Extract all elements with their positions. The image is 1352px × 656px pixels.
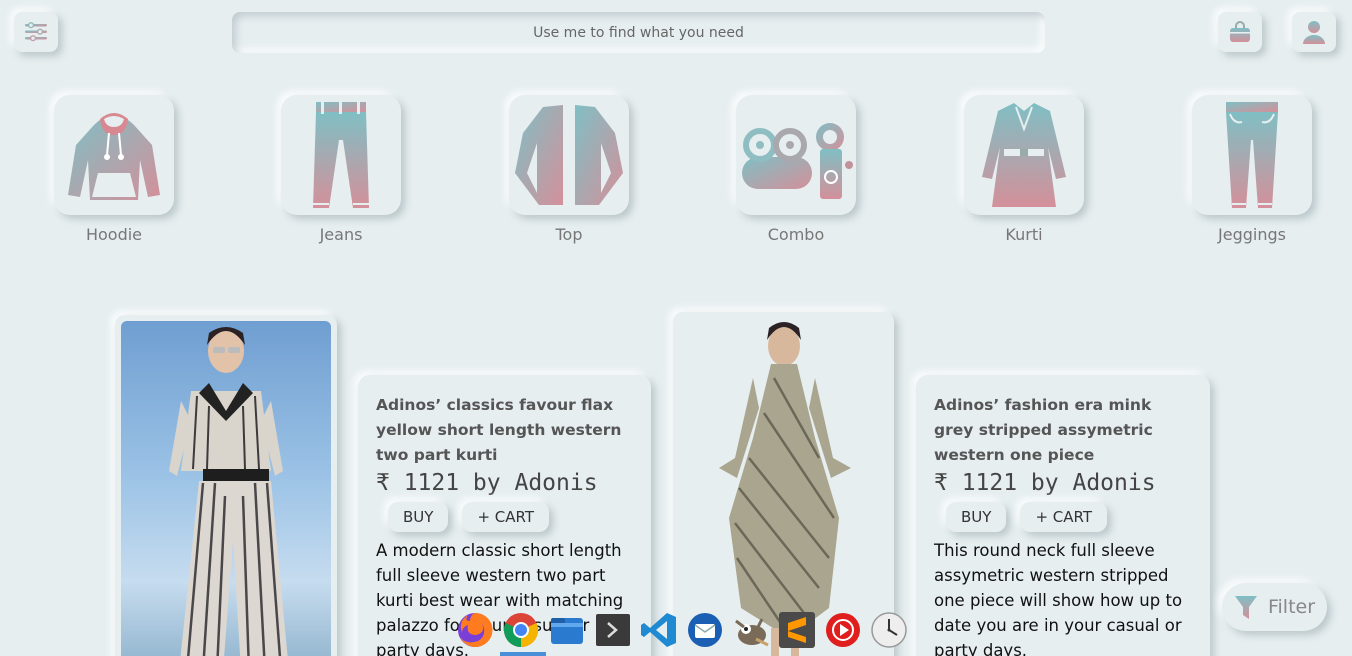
- gimp-icon[interactable]: [732, 611, 770, 649]
- search-placeholder: Use me to find what you need: [533, 24, 744, 41]
- clock-icon[interactable]: [870, 611, 908, 649]
- category-label: Jeggings: [1218, 225, 1286, 244]
- category-tile[interactable]: [509, 95, 629, 215]
- product-price: ₹ 1121 by Adonis: [376, 470, 598, 496]
- category-tile[interactable]: [736, 95, 856, 215]
- terminal-icon[interactable]: [594, 611, 632, 649]
- filter-button[interactable]: Filter: [1222, 583, 1327, 631]
- hoodie-icon: [68, 113, 160, 200]
- category-combo[interactable]: Combo: [726, 95, 866, 244]
- category-jeans[interactable]: Jeans: [271, 95, 411, 244]
- profile-button[interactable]: [1292, 12, 1336, 52]
- product-title[interactable]: Adinos’ fashion era mink grey stripped a…: [934, 393, 1192, 468]
- buy-button[interactable]: BUY: [946, 502, 1007, 532]
- category-kurti[interactable]: Kurti: [954, 95, 1094, 244]
- category-label: Kurti: [1005, 225, 1043, 244]
- taskbar-dock: [452, 604, 917, 656]
- category-tile[interactable]: [281, 95, 401, 215]
- category-top[interactable]: Top: [499, 95, 639, 244]
- filter-label: Filter: [1267, 596, 1316, 618]
- kurti-icon: [982, 103, 1066, 207]
- add-to-cart-button[interactable]: + CART: [462, 502, 550, 532]
- active-app-indicator: [500, 652, 546, 656]
- sublime-text-icon[interactable]: [778, 611, 816, 649]
- category-label: Top: [555, 225, 583, 244]
- filter-icon: [1234, 596, 1257, 619]
- category-label: Hoodie: [85, 225, 143, 244]
- user-icon: [1303, 21, 1325, 44]
- category-tile[interactable]: [1192, 95, 1312, 215]
- vscode-icon[interactable]: [640, 611, 678, 649]
- category-tile[interactable]: [964, 95, 1084, 215]
- youtube-music-icon[interactable]: [824, 611, 862, 649]
- category-label: Combo: [767, 225, 825, 244]
- product-title[interactable]: Adinos’ classics favour flax yellow shor…: [376, 393, 633, 468]
- product-image[interactable]: [121, 321, 331, 656]
- category-label: Jeans: [319, 225, 363, 244]
- thunderbird-icon[interactable]: [686, 611, 724, 649]
- shopping-bag-icon: [1230, 21, 1250, 42]
- cart-button[interactable]: [1218, 12, 1262, 52]
- category-hoodie[interactable]: Hoodie: [44, 95, 184, 244]
- search-input[interactable]: Use me to find what you need: [232, 12, 1045, 53]
- model-figure: [169, 327, 288, 656]
- menu-icon: [25, 22, 47, 42]
- product-info-card: Adinos’ fashion era mink grey stripped a…: [916, 375, 1210, 656]
- category-tile[interactable]: [54, 95, 174, 215]
- buy-button[interactable]: BUY: [388, 502, 449, 532]
- product-price: ₹ 1121 by Adonis: [934, 470, 1156, 496]
- jeans-icon: [313, 102, 369, 208]
- combo-icon: [742, 123, 853, 199]
- add-to-cart-button[interactable]: + CART: [1020, 502, 1108, 532]
- jeggings-icon: [1226, 102, 1278, 208]
- menu-button[interactable]: [14, 12, 58, 52]
- top-icon: [515, 105, 623, 205]
- product-description: This round neck full sleeve assymetric w…: [934, 541, 1183, 656]
- product-image-card[interactable]: [115, 315, 337, 656]
- files-icon[interactable]: [548, 611, 586, 649]
- firefox-icon[interactable]: [456, 611, 494, 649]
- chrome-icon[interactable]: [502, 611, 540, 649]
- category-jeggings[interactable]: Jeggings: [1182, 95, 1322, 244]
